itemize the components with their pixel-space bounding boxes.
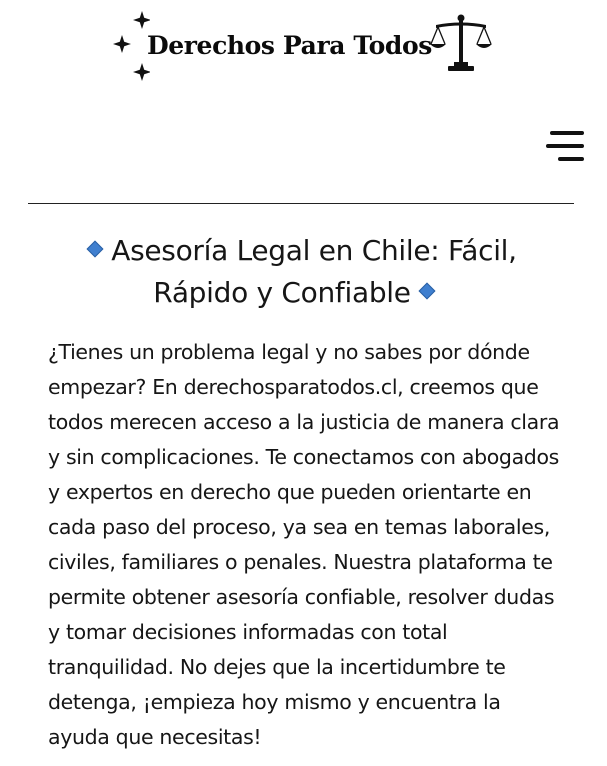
site-header: Derechos Para Todos bbox=[0, 0, 607, 205]
diamond-icon bbox=[86, 240, 104, 258]
brand-name: Derechos Para Todos bbox=[147, 31, 432, 60]
page-title-text: Asesoría Legal en Chile: Fácil, Rápido y… bbox=[111, 234, 517, 309]
menu-line bbox=[546, 144, 584, 148]
scales-of-justice-icon bbox=[430, 14, 492, 71]
sparkles-icon bbox=[113, 11, 150, 81]
menu-line bbox=[550, 131, 584, 135]
page-title: Asesoría Legal en Chile: Fácil, Rápido y… bbox=[48, 230, 548, 314]
hamburger-menu-button[interactable] bbox=[546, 127, 588, 167]
site-logo[interactable]: Derechos Para Todos bbox=[110, 8, 500, 84]
diamond-icon bbox=[418, 282, 436, 300]
header-divider bbox=[28, 203, 574, 204]
menu-line bbox=[558, 157, 584, 161]
intro-paragraph: ¿Tienes un problema legal y no sabes por… bbox=[48, 340, 560, 749]
